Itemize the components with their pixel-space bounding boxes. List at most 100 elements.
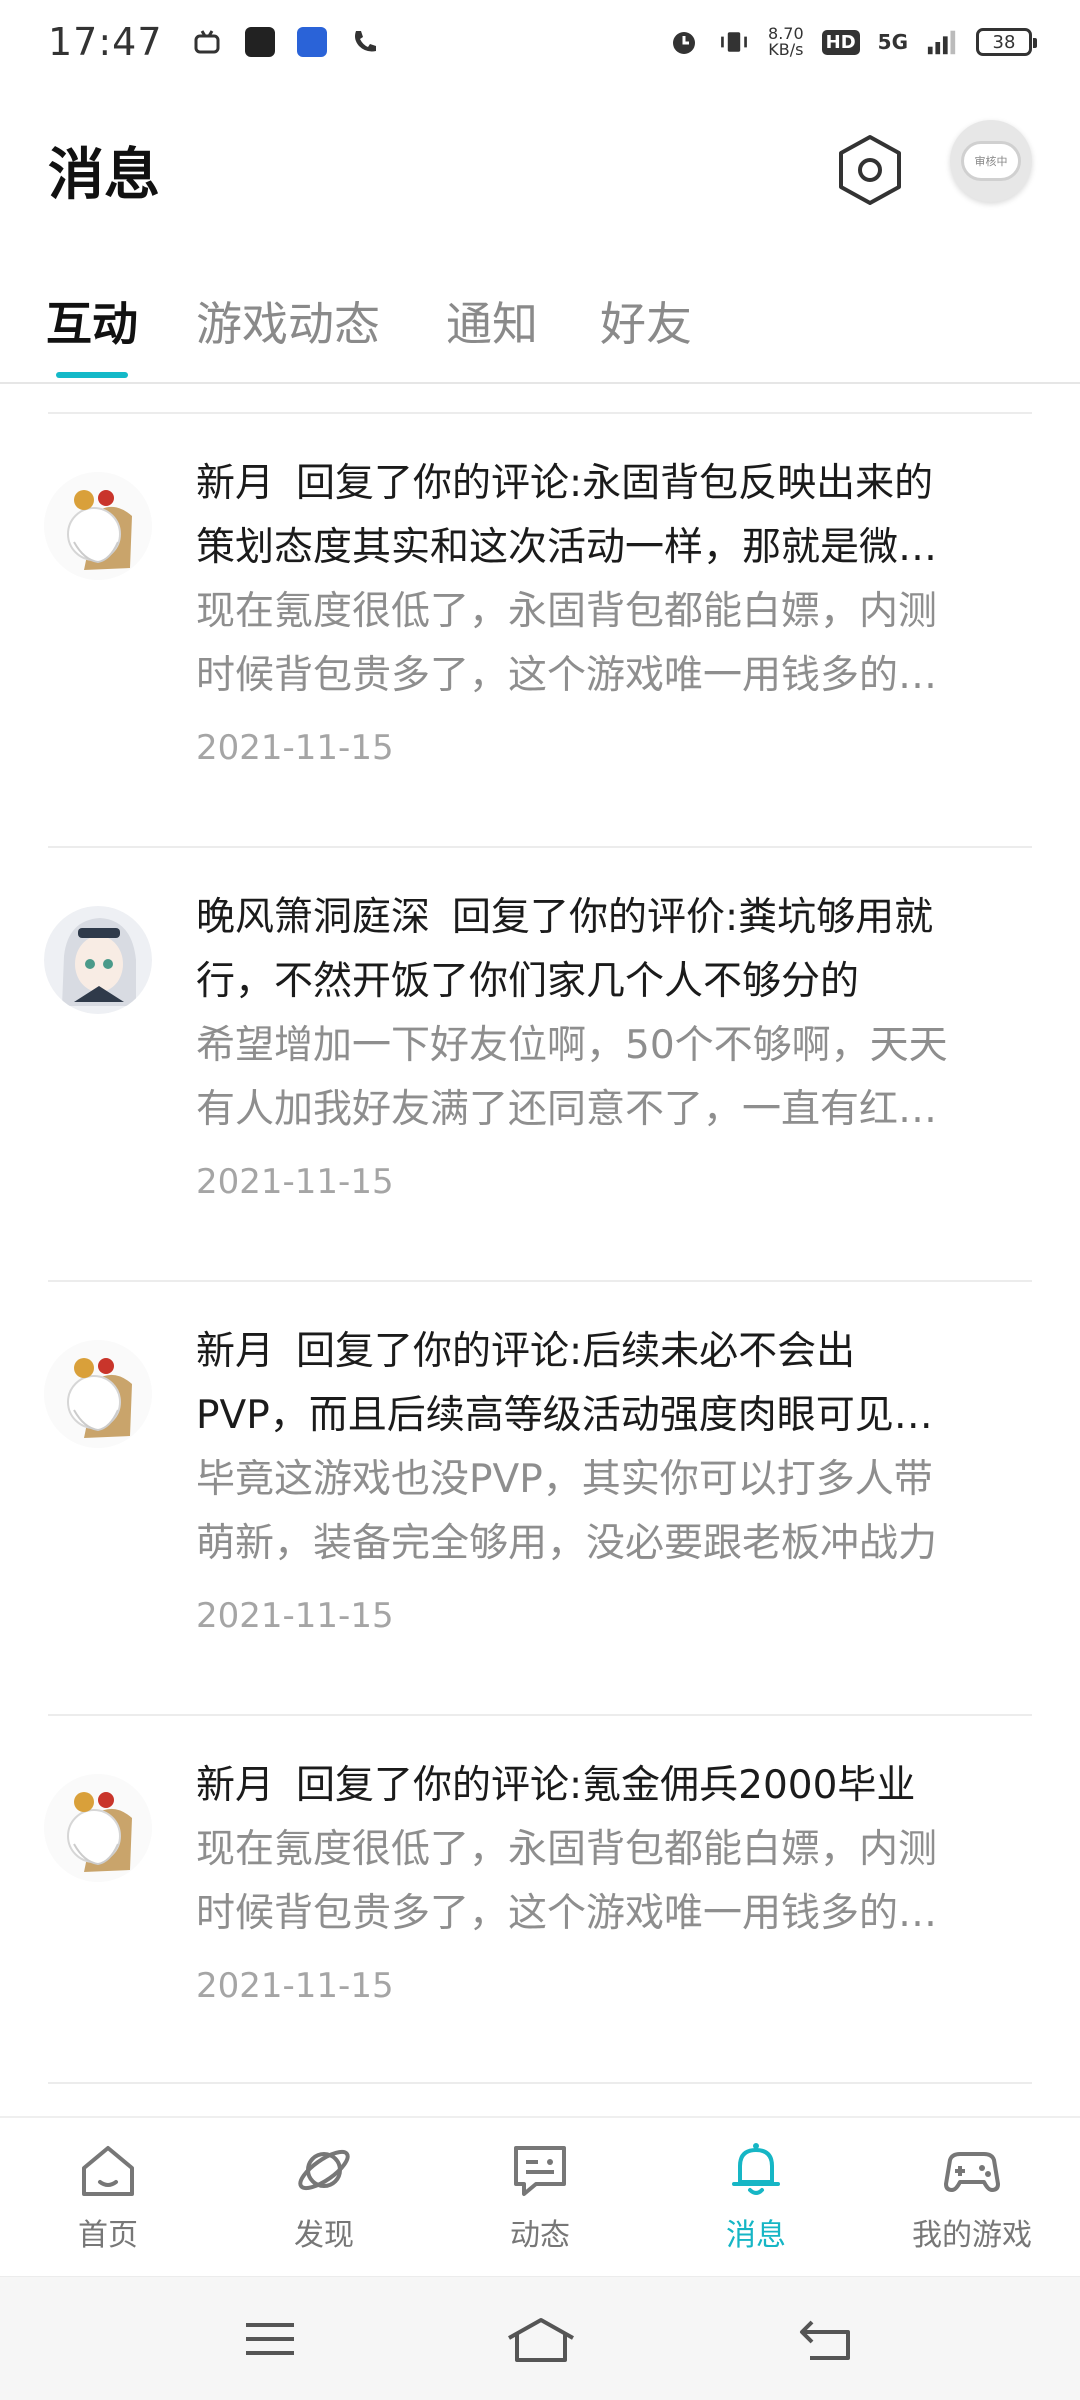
back-button[interactable]: [796, 2311, 856, 2367]
message-title-line-1: 新月 回复了你的评论:永固背包反映出来的: [196, 452, 1016, 516]
quoted-comment-line-1: 毕竟这游戏也没PVP，其实你可以打多人带: [196, 1457, 933, 1502]
bell-icon: [732, 2143, 780, 2195]
home-outline-icon: [508, 2318, 574, 2362]
nav-messages-label: 消息: [726, 2218, 786, 2253]
tab-friends[interactable]: 好友: [600, 288, 692, 354]
reply-text: 后续未必不会出: [582, 1329, 856, 1374]
nav-my-games[interactable]: 我的游戏: [882, 2138, 1062, 2254]
recent-apps-button[interactable]: [240, 2311, 300, 2367]
nav-feed[interactable]: 动态: [450, 2138, 630, 2254]
bilibili-icon: [191, 26, 223, 58]
message-title-line-1: 新月 回复了你的评论:氪金佣兵2000毕业: [196, 1754, 1016, 1818]
message-content: 新月 回复了你的评论:后续未必不会出 PVP，而且后续高等级活动强度肉眼可见… 毕…: [196, 1320, 1016, 1636]
quoted-comment-line-2: 时候背包贵多了，这个游戏唯一用钱多的…: [196, 653, 938, 698]
gamepad-icon: [944, 2152, 1000, 2192]
active-tab-indicator: [56, 372, 128, 378]
message-item[interactable]: 晚风箫洞庭深 回复了你的评价:粪坑够用就 行，不然开饭了你们家几个人不够分的 希望…: [0, 886, 1080, 1306]
reply-action: 回复了你的评论:: [296, 1763, 583, 1808]
cartoon-avatar-icon: [44, 472, 152, 580]
quoted-comment-line-1: 现在氪度很低了，永固背包都能白嫖，内测: [196, 589, 938, 634]
signal-icon: [926, 26, 958, 58]
nav-messages[interactable]: 消息: [666, 2138, 846, 2254]
back-icon: [800, 2320, 850, 2360]
header: 消息 审核中: [0, 120, 1080, 220]
settings-button[interactable]: [830, 130, 910, 210]
reply-text: 氪金佣兵2000毕业: [582, 1763, 916, 1808]
net-speed-unit: KB/s: [768, 40, 804, 59]
alarm-icon: [668, 26, 700, 58]
status-time: 17:47: [48, 20, 163, 64]
nav-home-label: 首页: [78, 2218, 138, 2253]
avatar-review-badge: 审核中: [961, 141, 1021, 181]
reply-text: 永固背包反映出来的: [582, 461, 934, 506]
notification-icons: [191, 26, 381, 58]
chat-icon: [514, 2146, 566, 2196]
reply-action: 回复了你的评论:: [296, 1329, 583, 1374]
message-item[interactable]: 新月 回复了你的评论:永固背包反映出来的 策划态度其实和这次活动一样，那就是微… …: [0, 452, 1080, 872]
user-avatar[interactable]: [44, 1340, 152, 1448]
hexagon-settings-icon: [839, 135, 901, 205]
message-item[interactable]: 新月 回复了你的评论:氪金佣兵2000毕业 现在氪度很低了，永固背包都能白嫖，内测…: [0, 1754, 1080, 2104]
system-home-button[interactable]: [505, 2311, 577, 2367]
message-title-line-1: 晚风箫洞庭深 回复了你的评价:粪坑够用就: [196, 886, 1016, 950]
message-content: 新月 回复了你的评论:氪金佣兵2000毕业 现在氪度很低了，永固背包都能白嫖，内测…: [196, 1754, 1016, 2006]
screen: 17:47 8.70 KB/s HD 5G 38 消息 审核中 互动 游戏动态 …: [0, 0, 1080, 2400]
message-content: 晚风箫洞庭深 回复了你的评价:粪坑够用就 行，不然开饭了你们家几个人不够分的 希望…: [196, 886, 1016, 1202]
net-speed: 8.70 KB/s: [768, 26, 804, 58]
quoted-comment-line-2: 时候背包贵多了，这个游戏唯一用钱多的…: [196, 1891, 938, 1936]
nav-discover-label: 发现: [294, 2218, 354, 2253]
status-bar: 17:47 8.70 KB/s HD 5G 38: [0, 0, 1080, 84]
message-title-line-2: 行，不然开饭了你们家几个人不够分的: [196, 959, 860, 1004]
message-date: 2021-11-15: [196, 1596, 394, 1636]
home-icon: [82, 2146, 134, 2196]
quoted-comment-line-1: 现在氪度很低了，永固背包都能白嫖，内测: [196, 1827, 938, 1872]
divider: [48, 412, 1032, 414]
nav-feed-label: 动态: [510, 2218, 570, 2253]
message-title-line-2: PVP，而且后续高等级活动强度肉眼可见…: [196, 1393, 933, 1438]
menu-icon: [246, 2323, 294, 2355]
user-avatar[interactable]: [44, 1774, 152, 1882]
reply-action: 回复了你的评论:: [296, 461, 583, 506]
message-item[interactable]: 新月 回复了你的评论:后续未必不会出 PVP，而且后续高等级活动强度肉眼可见… 毕…: [0, 1320, 1080, 1740]
cartoon-avatar-icon: [44, 1340, 152, 1448]
reply-text: 粪坑够用就: [738, 895, 934, 940]
system-nav-bar: [0, 2276, 1080, 2400]
battery-level: 38: [992, 31, 1016, 53]
message-date: 2021-11-15: [196, 1966, 394, 2006]
sender-name[interactable]: 新月: [196, 1329, 274, 1374]
divider: [48, 1280, 1032, 1282]
nav-my-games-label: 我的游戏: [912, 2218, 1032, 2253]
quoted-comment-line-2: 有人加我好友满了还同意不了，一直有红…: [196, 1087, 938, 1132]
vibrate-icon: [718, 26, 750, 58]
anime-girl-avatar-icon: [44, 906, 152, 1014]
sender-name[interactable]: 新月: [196, 461, 274, 506]
user-avatar[interactable]: [44, 906, 152, 1014]
sender-name[interactable]: 晚风箫洞庭深: [196, 895, 430, 940]
network-type: 5G: [877, 30, 908, 54]
quoted-comment-line-1: 希望增加一下好友位啊，50个不够啊，天天: [196, 1023, 948, 1068]
phone-icon: [349, 26, 381, 58]
battery-icon: 38: [976, 28, 1037, 56]
tab-game-news[interactable]: 游戏动态: [196, 288, 380, 354]
message-title-line-1: 新月 回复了你的评论:后续未必不会出: [196, 1320, 1016, 1384]
user-avatar-button[interactable]: 审核中: [950, 120, 1032, 202]
tab-notifications[interactable]: 通知: [446, 288, 538, 354]
divider: [48, 2082, 1032, 2084]
nav-home[interactable]: 首页: [18, 2138, 198, 2254]
zhihu-icon: [296, 27, 327, 57]
reply-action: 回复了你的评价:: [452, 895, 739, 940]
status-right: 8.70 KB/s HD 5G 38: [668, 26, 1037, 58]
user-avatar[interactable]: [44, 472, 152, 580]
divider: [48, 1714, 1032, 1716]
message-date: 2021-11-15: [196, 728, 394, 768]
nav-discover[interactable]: 发现: [234, 2138, 414, 2254]
sender-name[interactable]: 新月: [196, 1763, 274, 1808]
page-title: 消息: [48, 143, 160, 208]
message-tabs: 互动 游戏动态 通知 好友: [0, 280, 1080, 384]
tab-interaction[interactable]: 互动: [46, 288, 138, 354]
message-date: 2021-11-15: [196, 1162, 394, 1202]
cartoon-avatar-icon: [44, 1774, 152, 1882]
divider: [48, 846, 1032, 848]
app-notification-icon: [244, 27, 275, 57]
planet-icon: [298, 2149, 350, 2191]
